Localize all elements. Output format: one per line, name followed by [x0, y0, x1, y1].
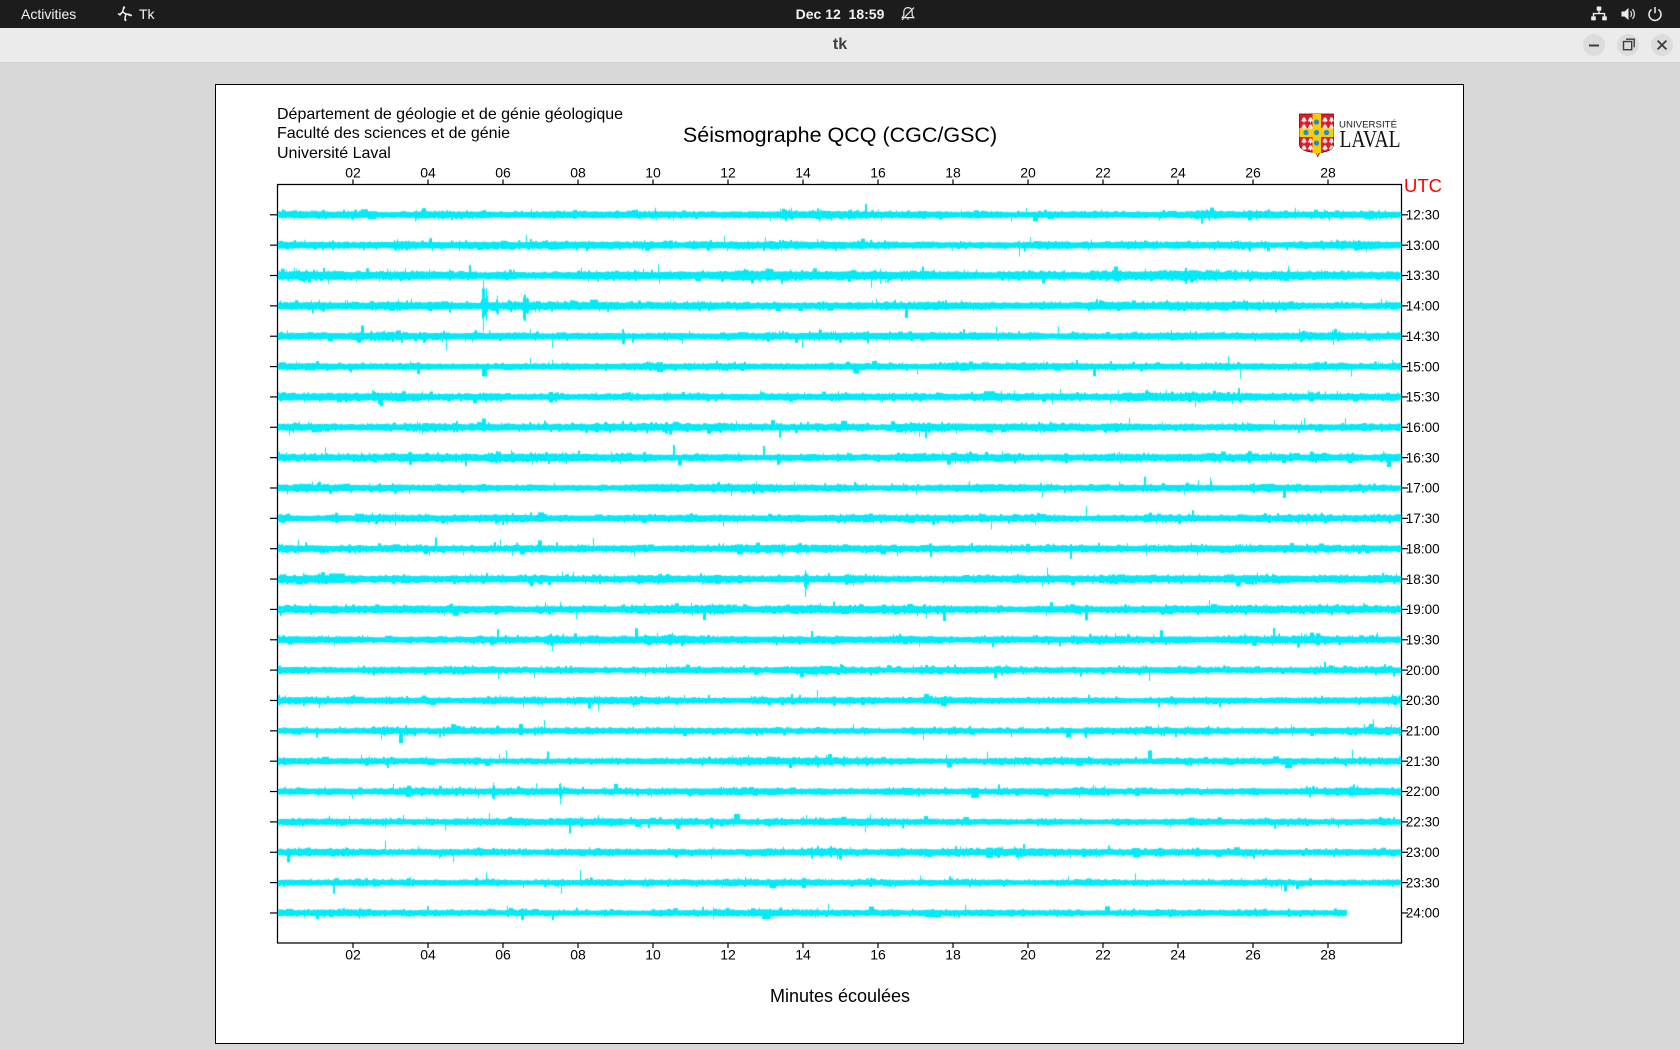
svg-text:08: 08 — [570, 165, 586, 181]
svg-text:12: 12 — [720, 165, 736, 181]
svg-text:14:30: 14:30 — [1406, 329, 1440, 344]
svg-text:20: 20 — [1020, 165, 1036, 181]
svg-text:22:00: 22:00 — [1406, 784, 1440, 799]
svg-text:17:30: 17:30 — [1406, 511, 1440, 526]
svg-text:24:00: 24:00 — [1406, 906, 1440, 921]
svg-text:10: 10 — [645, 165, 661, 181]
svg-text:10: 10 — [645, 947, 661, 963]
svg-text:08: 08 — [570, 947, 586, 963]
svg-text:19:30: 19:30 — [1406, 632, 1440, 647]
svg-text:23:30: 23:30 — [1406, 875, 1440, 890]
svg-text:14: 14 — [795, 165, 811, 181]
svg-text:21:00: 21:00 — [1406, 724, 1440, 739]
svg-text:13:00: 13:00 — [1406, 238, 1440, 253]
svg-text:13:30: 13:30 — [1406, 268, 1440, 283]
svg-text:20:30: 20:30 — [1406, 693, 1440, 708]
svg-text:04: 04 — [420, 165, 436, 181]
svg-text:16:30: 16:30 — [1406, 450, 1440, 465]
svg-text:14:00: 14:00 — [1406, 299, 1440, 314]
svg-text:24: 24 — [1170, 165, 1186, 181]
svg-text:18: 18 — [945, 947, 961, 963]
svg-text:02: 02 — [345, 165, 361, 181]
svg-text:02: 02 — [345, 947, 361, 963]
svg-text:22:30: 22:30 — [1406, 815, 1440, 830]
svg-text:21:30: 21:30 — [1406, 754, 1440, 769]
svg-text:16:00: 16:00 — [1406, 420, 1440, 435]
svg-text:26: 26 — [1245, 165, 1261, 181]
svg-text:18:00: 18:00 — [1406, 541, 1440, 556]
svg-text:18: 18 — [945, 165, 961, 181]
svg-text:19:00: 19:00 — [1406, 602, 1440, 617]
svg-text:06: 06 — [495, 165, 511, 181]
svg-text:06: 06 — [495, 947, 511, 963]
svg-text:16: 16 — [870, 165, 886, 181]
svg-text:28: 28 — [1320, 165, 1336, 181]
svg-text:24: 24 — [1170, 947, 1186, 963]
svg-text:18:30: 18:30 — [1406, 572, 1440, 587]
svg-text:14: 14 — [795, 947, 811, 963]
svg-text:28: 28 — [1320, 947, 1336, 963]
svg-text:15:30: 15:30 — [1406, 390, 1440, 405]
svg-text:04: 04 — [420, 947, 436, 963]
svg-text:22: 22 — [1095, 947, 1111, 963]
svg-text:12:30: 12:30 — [1406, 208, 1440, 223]
svg-text:20: 20 — [1020, 947, 1036, 963]
svg-text:22: 22 — [1095, 165, 1111, 181]
svg-text:12: 12 — [720, 947, 736, 963]
svg-text:17:00: 17:00 — [1406, 481, 1440, 496]
svg-text:20:00: 20:00 — [1406, 663, 1440, 678]
svg-text:16: 16 — [870, 947, 886, 963]
svg-text:15:00: 15:00 — [1406, 359, 1440, 374]
svg-text:23:00: 23:00 — [1406, 845, 1440, 860]
svg-text:26: 26 — [1245, 947, 1261, 963]
